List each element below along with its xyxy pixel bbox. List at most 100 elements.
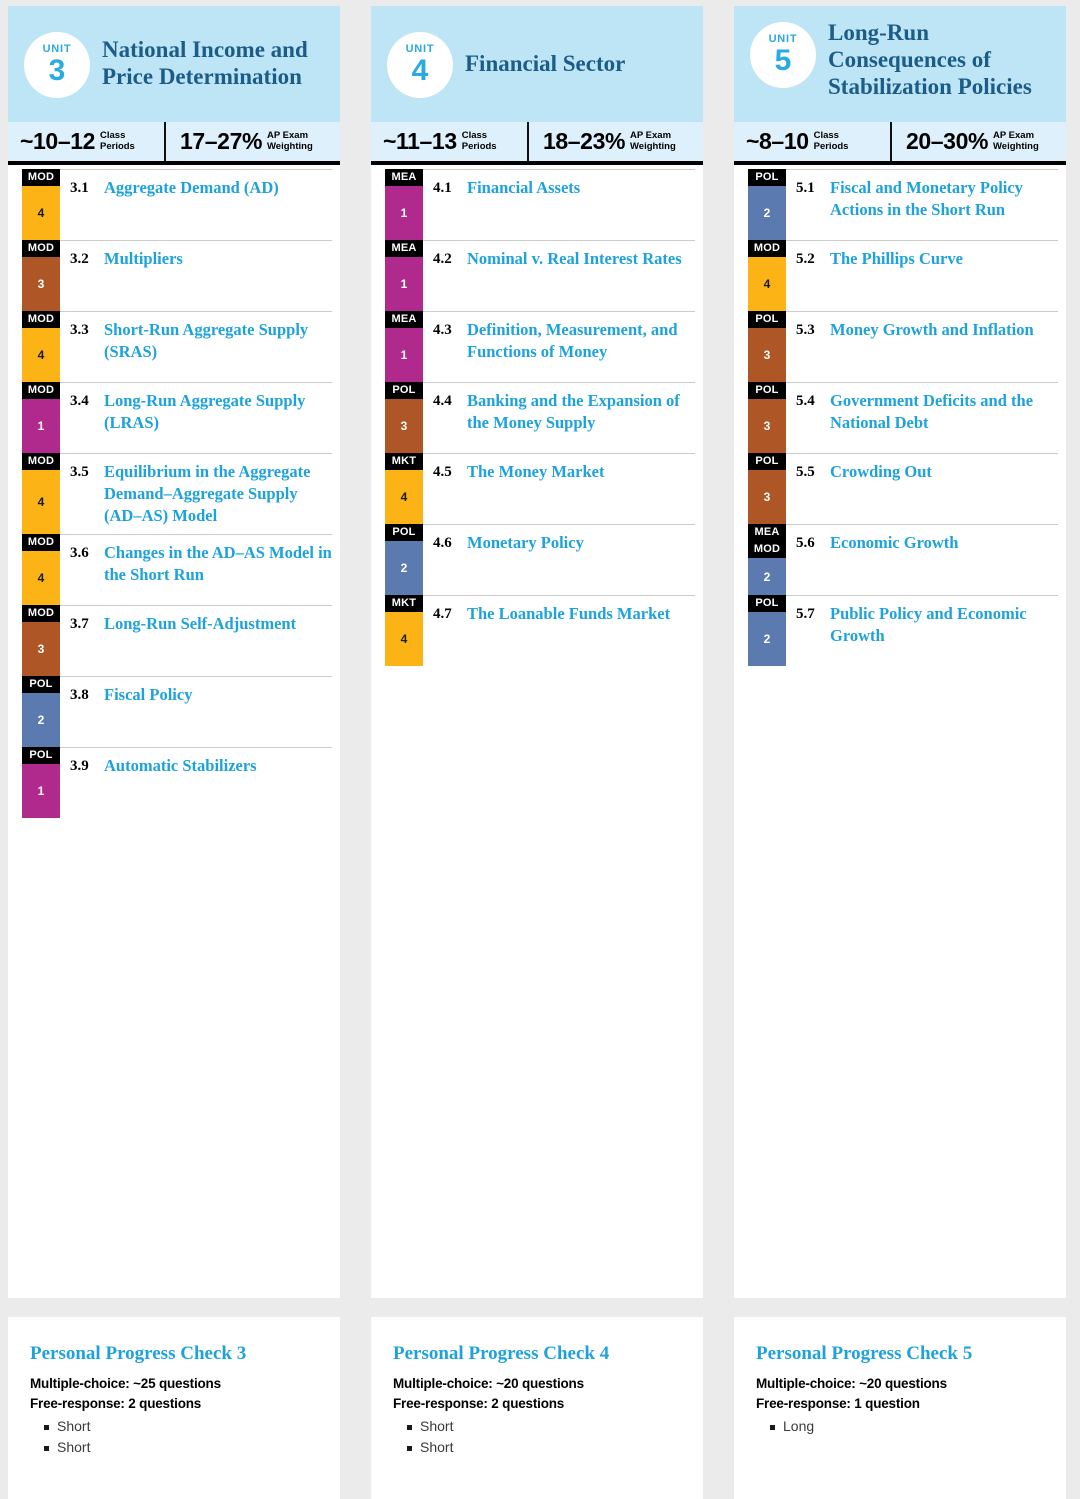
topic-number: 4.6 (433, 535, 452, 551)
topic-row[interactable]: POL 2 5.7 Public Policy and Economic Growth (748, 595, 1058, 666)
topic-title-link[interactable]: Multipliers (104, 248, 332, 303)
topic-list: POL 2 5.1 Fiscal and Monetary Policy Action… (734, 165, 1066, 1298)
topic-title-link[interactable]: The Loanable Funds Market (467, 603, 695, 658)
topic-row[interactable]: POL 3 5.3 Money Growth and Inflation (748, 311, 1058, 382)
unit-number-badge: UNIT 3 (24, 32, 90, 98)
topic-title-link[interactable]: Fiscal and Monetary Policy Actions in th… (830, 177, 1058, 232)
topic-row[interactable]: MOD 4 3.3 Short-Run Aggregate Supply (SRAS) (22, 311, 332, 382)
topic-title-link[interactable]: Long-Run Self-Adjustment (104, 613, 332, 668)
topic-row[interactable]: MOD 4 3.6 Changes in the AD–AS Model in the… (22, 534, 332, 606)
class-periods-stat: ~11–13 Class Periods (371, 122, 529, 161)
class-periods-label: Class Periods (813, 129, 849, 152)
skill-category-tag: POL (748, 169, 786, 186)
exam-weighting-label: AP Exam Weighting (630, 129, 676, 152)
topic-body: 5.7 Public Policy and Economic Growth (796, 596, 1058, 666)
topic-number: 4.7 (433, 606, 452, 622)
topic-list: MOD 4 3.1 Aggregate Demand (AD) MOD 3 3.2 Multi… (8, 165, 340, 1298)
topic-number: 3.1 (70, 180, 89, 196)
skill-number: 1 (22, 399, 60, 453)
unit-number-badge: UNIT 4 (387, 32, 453, 98)
topic-title-link[interactable]: Financial Assets (467, 177, 695, 232)
topic-row[interactable]: MOD 1 3.4 Long-Run Aggregate Supply (LRAS) (22, 382, 332, 453)
topic-body: 4.7 The Loanable Funds Market (433, 596, 695, 666)
personal-progress-check-card: Personal Progress Check 5 Multiple-choice… (734, 1317, 1066, 1499)
topic-title-link[interactable]: Automatic Stabilizers (104, 755, 332, 810)
progress-check-title[interactable]: Personal Progress Check 3 (30, 1343, 322, 1365)
topic-number: 4.2 (433, 251, 452, 267)
topic-row[interactable]: MOD 3 3.7 Long-Run Self-Adjustment (22, 605, 332, 677)
topic-title-link[interactable]: Definition, Measurement, and Functions o… (467, 319, 695, 374)
skill-category-tag: MKT (385, 453, 423, 470)
topic-row[interactable]: MOD 4 3.5 Equilibrium in the Aggregate Dema… (22, 453, 332, 535)
skill-category-tag: MOD (22, 605, 60, 623)
topic-number: 5.7 (796, 606, 815, 622)
topic-title-link[interactable]: Short-Run Aggregate Supply (SRAS) (104, 319, 332, 374)
topic-row[interactable]: MEA 1 4.3 Definition, Measurement, and Func… (385, 311, 695, 382)
topic-title-link[interactable]: Crowding Out (830, 461, 1058, 516)
topic-body: 4.2 Nominal v. Real Interest Rates (433, 241, 695, 311)
topic-title-link[interactable]: Economic Growth (830, 532, 1058, 587)
skill-badge: MKT 4 (385, 595, 423, 666)
topic-row[interactable]: MEA 1 4.2 Nominal v. Real Interest Rates (385, 240, 695, 311)
topic-body: 5.2 The Phillips Curve (796, 241, 1058, 311)
topic-body: 4.3 Definition, Measurement, and Function… (433, 312, 695, 382)
topic-title-link[interactable]: Fiscal Policy (104, 684, 332, 739)
topic-number: 5.6 (796, 535, 815, 551)
topic-row[interactable]: MOD 3 3.2 Multipliers (22, 240, 332, 311)
unit-title: National Income and Price Determination (102, 37, 308, 89)
progress-check-title[interactable]: Personal Progress Check 5 (756, 1343, 1048, 1365)
skill-badge: MOD 1 (22, 382, 60, 453)
skill-category-tag: POL (22, 747, 60, 765)
topic-row[interactable]: MKT 4 4.7 The Loanable Funds Market (385, 595, 695, 666)
topic-title-link[interactable]: Changes in the AD–AS Model in the Short … (104, 542, 332, 597)
topic-row[interactable]: MOD 4 3.1 Aggregate Demand (AD) (22, 169, 332, 240)
topic-title-link[interactable]: The Phillips Curve (830, 248, 1058, 303)
topic-body: 3.6 Changes in the AD–AS Model in the Sho… (70, 535, 332, 605)
topic-number: 4.1 (433, 180, 452, 196)
multiple-choice-line: Multiple-choice: ~20 questions (756, 1376, 947, 1391)
topic-title-link[interactable]: Money Growth and Inflation (830, 319, 1058, 374)
topic-title-link[interactable]: The Money Market (467, 461, 695, 516)
topic-body: 3.1 Aggregate Demand (AD) (70, 170, 332, 240)
topic-row[interactable]: POL 2 4.6 Monetary Policy (385, 524, 695, 595)
topic-row[interactable]: MOD 4 5.2 The Phillips Curve (748, 240, 1058, 311)
topic-row[interactable]: POL 3 5.4 Government Deficits and the Natio… (748, 382, 1058, 453)
topic-row[interactable]: POL 3 5.5 Crowding Out (748, 453, 1058, 524)
topic-title-link[interactable]: Monetary Policy (467, 532, 695, 587)
unit-card: UNIT 3 National Income and Price Determina… (8, 6, 340, 1298)
unit-number: 4 (411, 54, 429, 87)
class-periods-stat: ~8–10 Class Periods (734, 122, 892, 161)
skill-number: 4 (748, 257, 786, 311)
skill-badge: POL 2 (385, 524, 423, 595)
topic-number: 4.4 (433, 393, 452, 409)
progress-check-title[interactable]: Personal Progress Check 4 (393, 1343, 685, 1365)
exam-weighting-label: AP Exam Weighting (267, 129, 313, 152)
exam-weighting-value: 18–23% (543, 128, 626, 154)
skill-category-tag: MOD (22, 169, 60, 186)
topic-title-link[interactable]: Equilibrium in the Aggregate Demand–Aggr… (104, 461, 332, 526)
topic-row[interactable]: POL 2 3.8 Fiscal Policy (22, 676, 332, 748)
topic-row[interactable]: POL 2 5.1 Fiscal and Monetary Policy Action… (748, 169, 1058, 240)
personal-progress-check-card: Personal Progress Check 3 Multiple-choice… (8, 1317, 340, 1499)
topic-title-link[interactable]: Public Policy and Economic Growth (830, 603, 1058, 658)
skill-number: 3 (385, 399, 423, 453)
topic-title-link[interactable]: Banking and the Expansion of the Money S… (467, 390, 695, 445)
topic-row[interactable]: MEA MOD 2 5.6 Economic Growth (748, 524, 1058, 595)
topic-title-link[interactable]: Long-Run Aggregate Supply (LRAS) (104, 390, 332, 445)
topic-row[interactable]: POL 3 4.4 Banking and the Expansion of the … (385, 382, 695, 453)
skill-category-tag: MEA (385, 240, 423, 257)
topic-number: 5.5 (796, 464, 815, 480)
topic-title-link[interactable]: Aggregate Demand (AD) (104, 177, 332, 232)
list-item: Short (44, 1416, 322, 1438)
topic-row[interactable]: MEA 1 4.1 Financial Assets (385, 169, 695, 240)
topic-body: 3.7 Long-Run Self-Adjustment (70, 606, 332, 676)
unit-number-badge: UNIT 5 (750, 22, 816, 88)
skill-number: 4 (22, 328, 60, 382)
topic-title-link[interactable]: Nominal v. Real Interest Rates (467, 248, 695, 303)
topic-title-link[interactable]: Government Deficits and the National Deb… (830, 390, 1058, 445)
topic-number: 5.4 (796, 393, 815, 409)
exam-weighting-stat: 20–30% AP Exam Weighting (892, 122, 1066, 161)
class-periods-value: ~11–13 (383, 128, 457, 154)
topic-row[interactable]: POL 1 3.9 Automatic Stabilizers (22, 747, 332, 819)
topic-row[interactable]: MKT 4 4.5 The Money Market (385, 453, 695, 524)
